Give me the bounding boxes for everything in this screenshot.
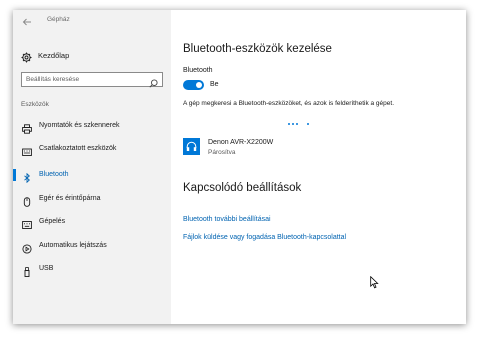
sidebar-item-connected-devices[interactable]: Csatlakoztatott eszközök <box>13 140 171 158</box>
sidebar-item-label: Gépelés <box>39 218 66 225</box>
toggle-knob <box>196 82 202 88</box>
mouse-icon <box>22 194 32 207</box>
sidebar-item-label: USB <box>39 265 54 272</box>
autoplay-icon <box>22 241 32 254</box>
sidebar-item-label: Nyomtatók és szkennerek <box>39 122 120 129</box>
bluetooth-label: Bluetooth <box>183 67 213 74</box>
usb-icon <box>22 264 32 277</box>
title-bar: Gépház <box>13 10 171 32</box>
device-entry[interactable]: Denon AVR-X2200W Párosítva <box>183 138 343 162</box>
sidebar-item-autoplay[interactable]: Automatikus lejátszás <box>13 237 171 255</box>
bluetooth-more-settings-link[interactable]: Bluetooth további beállításai <box>183 216 271 223</box>
mouse-pointer-icon <box>370 275 379 289</box>
bluetooth-icon <box>22 170 32 184</box>
nav-home[interactable]: Kezdőlap <box>21 49 166 65</box>
progress-dot <box>307 123 309 125</box>
progress-dot <box>288 123 290 125</box>
progress-dot <box>296 123 298 125</box>
keyboard-icon <box>22 144 32 156</box>
toggle-state-label: Be <box>210 81 219 88</box>
settings-window: Gépház Kezdőlap Eszközök Nyomtatók és sz… <box>13 10 466 324</box>
sidebar-item-printers[interactable]: Nyomtatók és szkennerek <box>13 117 171 135</box>
sidebar-item-label: Bluetooth <box>39 171 69 178</box>
related-settings-title: Kapcsolódó beállítások <box>183 182 302 194</box>
sidebar-item-mouse[interactable]: Egér és érintőpárna <box>13 190 171 208</box>
printer-icon <box>22 121 32 134</box>
page-title: Bluetooth-eszközök kezelése <box>183 43 332 55</box>
main-content: Bluetooth-eszközök kezelése Bluetooth Be… <box>171 10 466 324</box>
bluetooth-toggle[interactable] <box>183 80 204 90</box>
device-status: Párosítva <box>208 149 236 156</box>
section-label: Eszközök <box>21 101 49 108</box>
nav-home-label: Kezdőlap <box>38 51 70 60</box>
sidebar-item-bluetooth[interactable]: Bluetooth <box>13 166 171 184</box>
progress-dot <box>292 123 294 125</box>
typing-icon <box>22 217 32 229</box>
sidebar-item-label: Automatikus lejátszás <box>39 242 107 249</box>
searching-progress-dots <box>288 123 318 127</box>
sidebar-item-label: Egér és érintőpárna <box>39 195 101 202</box>
headphones-icon <box>183 138 200 155</box>
active-indicator <box>13 169 16 181</box>
search-input[interactable] <box>26 73 146 86</box>
gear-icon <box>21 50 32 63</box>
sidebar-item-label: Csatlakoztatott eszközök <box>39 145 117 152</box>
discovery-description: A gép megkeresi a Bluetooth-eszközöket, … <box>183 100 395 107</box>
sidebar-item-typing[interactable]: Gépelés <box>13 213 171 231</box>
sidebar-item-usb[interactable]: USB <box>13 260 171 278</box>
send-receive-files-link[interactable]: Fájlok küldése vagy fogadása Bluetooth-k… <box>183 234 346 241</box>
sidebar: Gépház Kezdőlap Eszközök Nyomtatók és sz… <box>13 10 171 324</box>
back-arrow-icon[interactable] <box>21 15 33 27</box>
window-title: Gépház <box>47 16 70 23</box>
search-icon[interactable] <box>149 75 158 88</box>
device-name: Denon AVR-X2200W <box>208 139 274 146</box>
search-box[interactable] <box>21 72 163 88</box>
